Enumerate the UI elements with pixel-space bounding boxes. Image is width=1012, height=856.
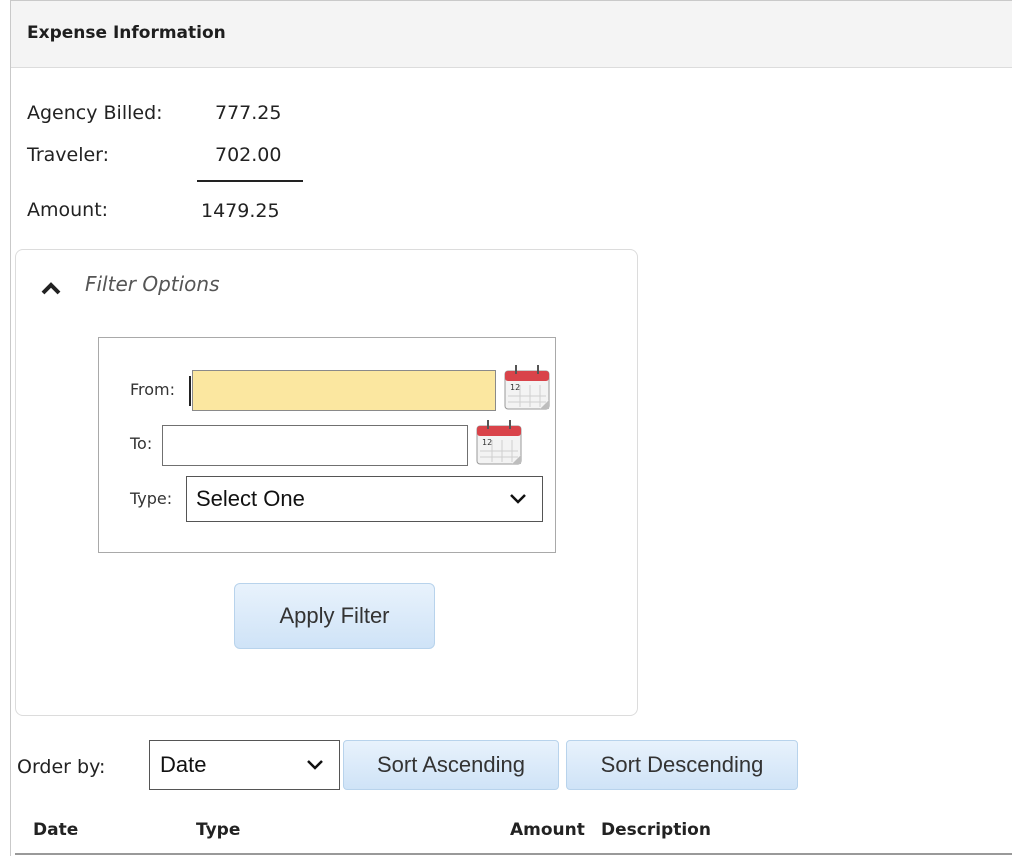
chevron-down-icon bbox=[307, 760, 323, 770]
traveler-value: 702.00 bbox=[215, 144, 282, 166]
panel-title: Expense Information bbox=[27, 23, 226, 43]
column-header-amount[interactable]: Amount bbox=[510, 820, 585, 840]
panel-header: Expense Information bbox=[11, 1, 1012, 68]
agency-billed-value: 777.25 bbox=[215, 102, 282, 124]
calendar-icon[interactable]: 12 bbox=[474, 418, 524, 466]
column-header-date[interactable]: Date bbox=[33, 820, 78, 840]
calendar-day-text: 12 bbox=[510, 383, 520, 392]
summary-total-rule bbox=[197, 180, 303, 182]
from-date-input[interactable] bbox=[192, 370, 496, 411]
type-select-value: Select One bbox=[196, 486, 305, 511]
table-header-divider bbox=[15, 853, 1012, 855]
to-date-input[interactable] bbox=[162, 425, 468, 466]
type-label: Type: bbox=[130, 489, 173, 508]
chevron-down-icon bbox=[510, 494, 526, 504]
agency-billed-label: Agency Billed: bbox=[27, 102, 163, 124]
text-caret bbox=[189, 376, 191, 406]
amount-value: 1479.25 bbox=[201, 200, 280, 222]
column-header-type[interactable]: Type bbox=[196, 820, 240, 840]
sort-ascending-button[interactable]: Sort Ascending bbox=[343, 740, 559, 790]
chevron-up-icon[interactable] bbox=[40, 280, 62, 296]
calendar-day-text: 12 bbox=[482, 438, 492, 447]
filter-options-title[interactable]: Filter Options bbox=[85, 272, 220, 296]
sort-descending-button[interactable]: Sort Descending bbox=[566, 740, 798, 790]
traveler-label: Traveler: bbox=[27, 144, 110, 166]
to-label: To: bbox=[130, 434, 153, 453]
order-by-select[interactable]: Date bbox=[149, 740, 340, 790]
column-header-description[interactable]: Description bbox=[601, 820, 711, 840]
type-select[interactable]: Select One bbox=[186, 476, 543, 522]
amount-label: Amount: bbox=[27, 199, 109, 221]
from-label: From: bbox=[130, 380, 176, 399]
calendar-icon[interactable]: 12 bbox=[502, 363, 552, 411]
order-by-label: Order by: bbox=[17, 756, 106, 778]
order-by-value: Date bbox=[160, 752, 207, 777]
apply-filter-button[interactable]: Apply Filter bbox=[234, 583, 435, 649]
